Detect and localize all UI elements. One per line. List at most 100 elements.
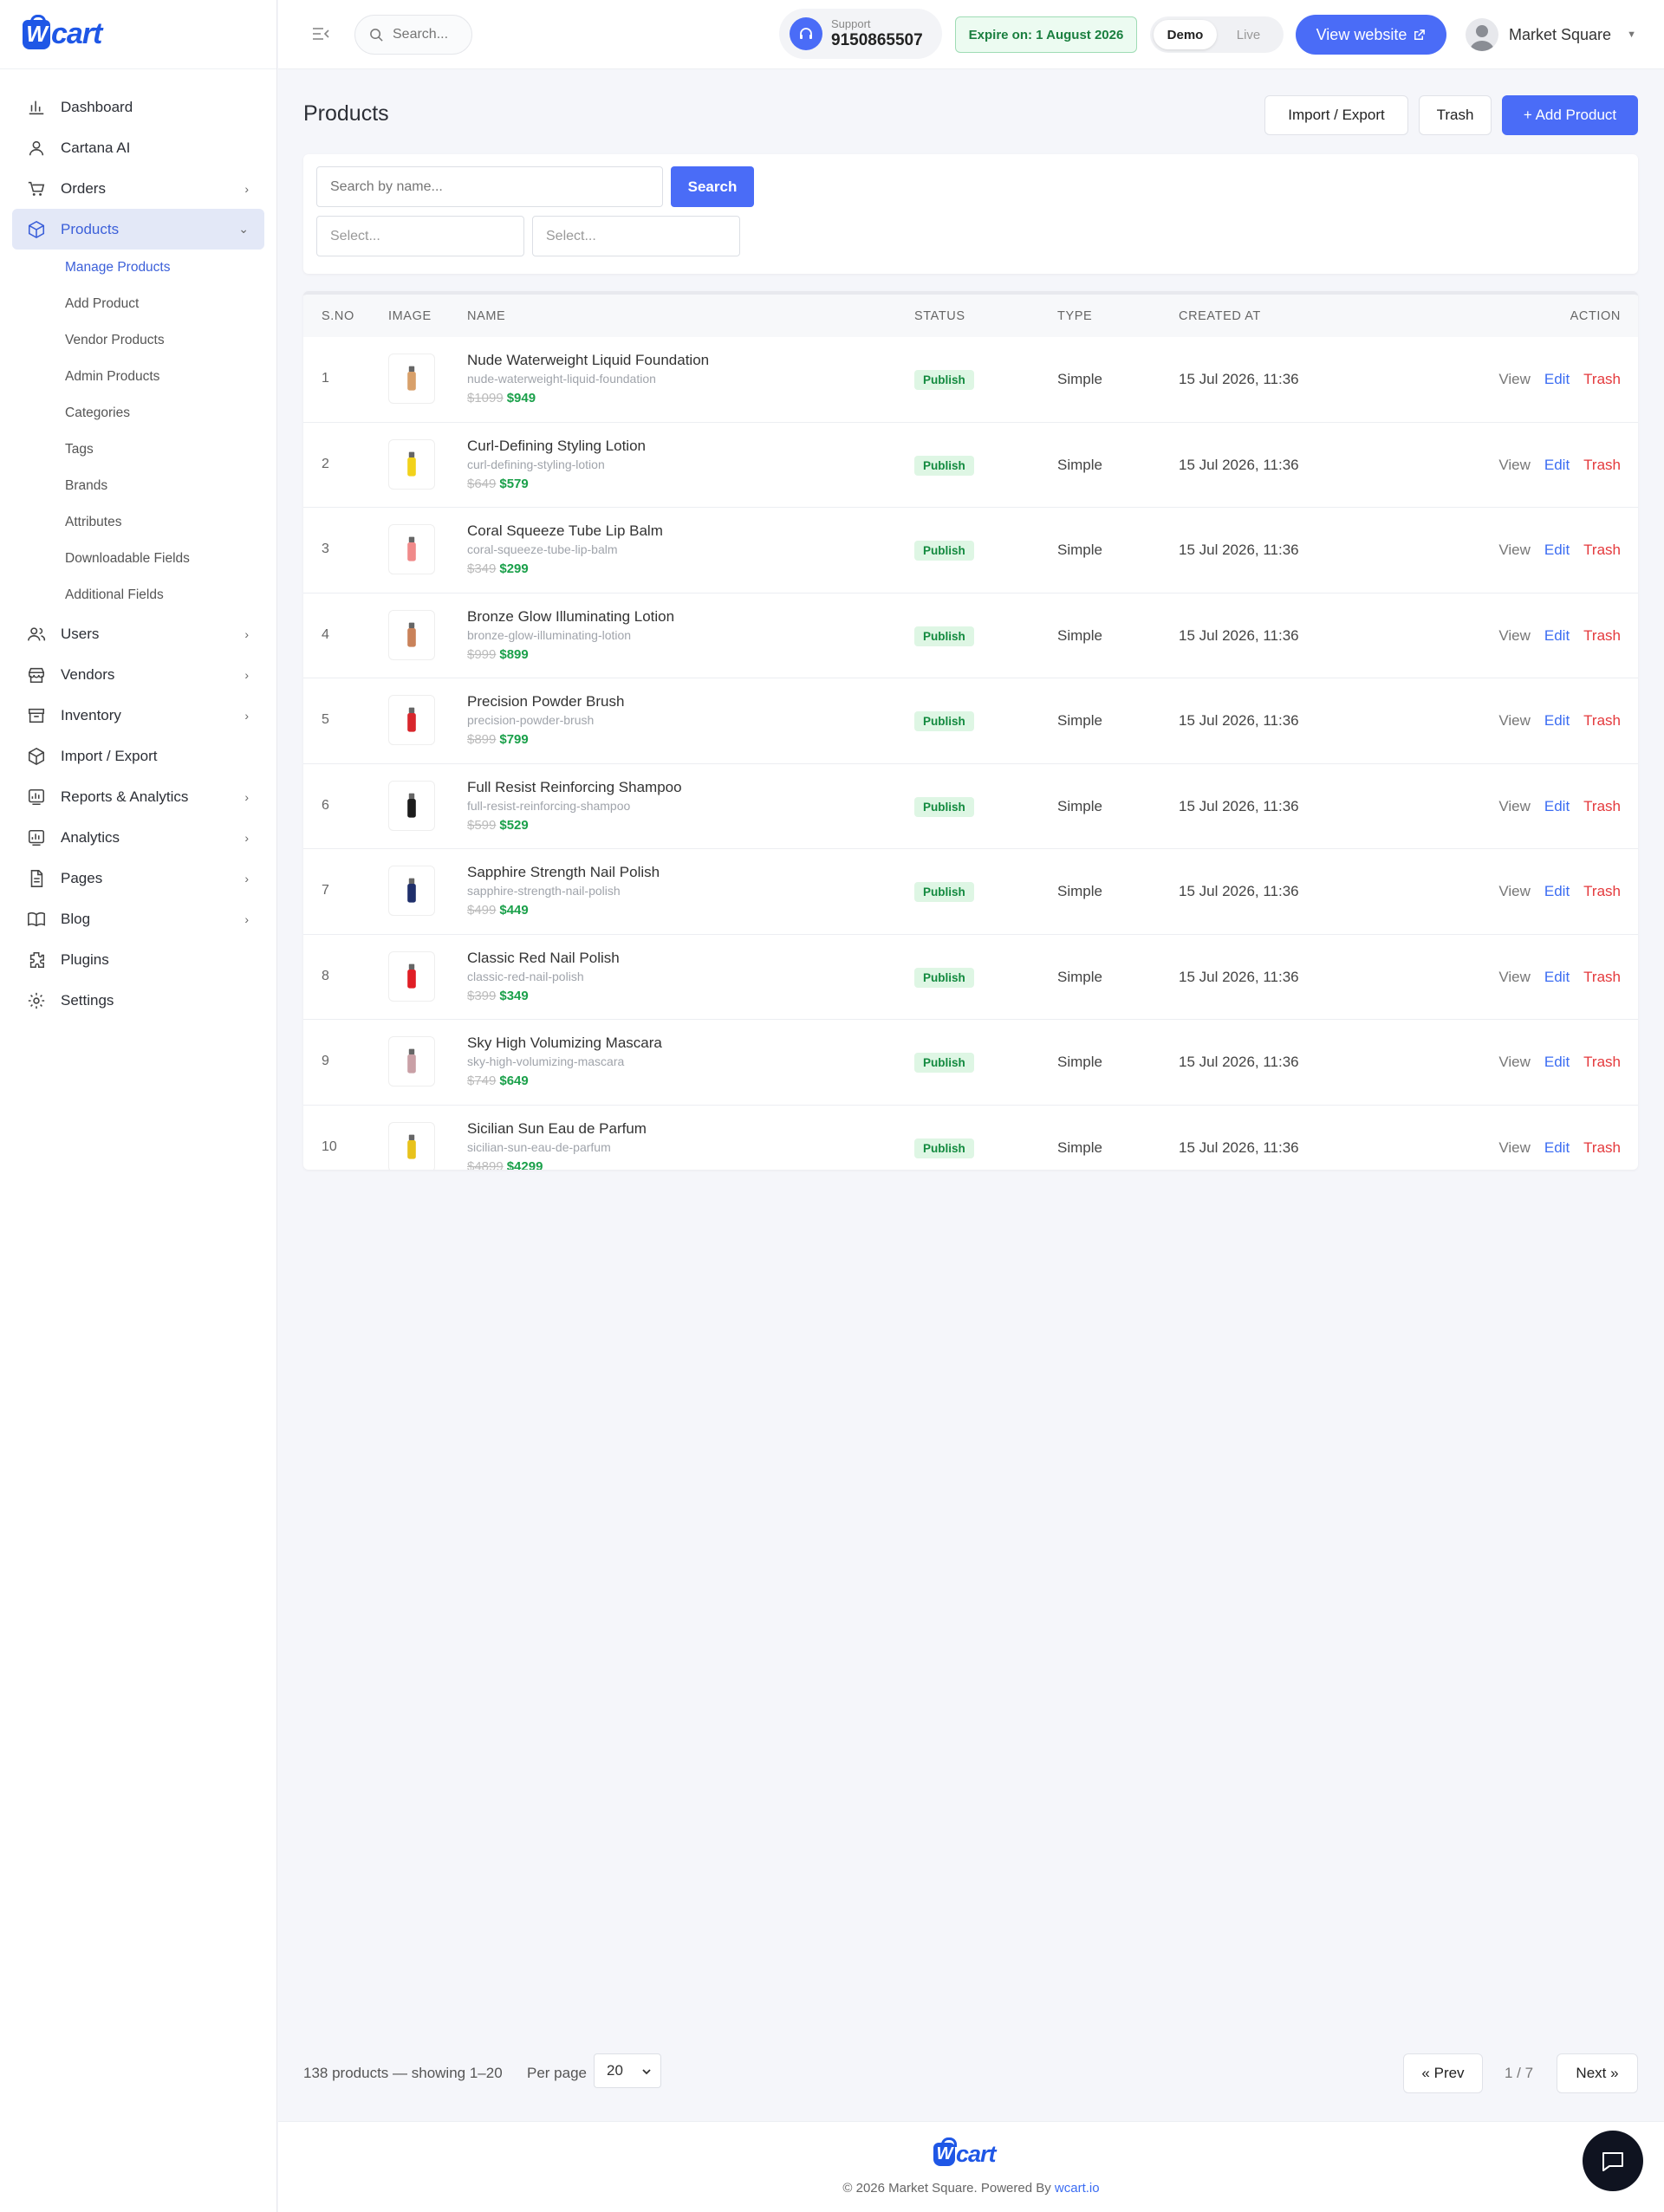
edit-link[interactable]: Edit <box>1544 798 1570 815</box>
edit-link[interactable]: Edit <box>1544 969 1570 986</box>
trash-button[interactable]: Trash <box>1419 95 1492 135</box>
view-website-button[interactable]: View website <box>1296 15 1446 55</box>
sidebar-item-inventory[interactable]: Inventory › <box>12 695 264 736</box>
sidebar-item-analytics[interactable]: Analytics › <box>12 817 264 858</box>
edit-link[interactable]: Edit <box>1544 712 1570 730</box>
subnav-item-additional-fields[interactable]: Additional Fields <box>0 577 276 613</box>
product-name[interactable]: Nude Waterweight Liquid Foundation <box>467 352 709 369</box>
view-link[interactable]: View <box>1498 712 1531 730</box>
subnav-item-brands[interactable]: Brands <box>0 468 276 504</box>
product-name[interactable]: Classic Red Nail Polish <box>467 950 620 967</box>
trash-link[interactable]: Trash <box>1583 798 1621 815</box>
trash-link[interactable]: Trash <box>1583 969 1621 986</box>
edit-link[interactable]: Edit <box>1544 542 1570 559</box>
edit-link[interactable]: Edit <box>1544 1139 1570 1157</box>
per-page-select[interactable]: 20 <box>594 2053 661 2088</box>
product-name[interactable]: Bronze Glow Illuminating Lotion <box>467 608 674 626</box>
trash-link[interactable]: Trash <box>1583 627 1621 645</box>
sidebar-item-reports-analytics[interactable]: Reports & Analytics › <box>12 776 264 817</box>
view-link[interactable]: View <box>1498 371 1531 388</box>
sidebar-item-cartana-ai[interactable]: Cartana AI <box>12 127 264 168</box>
import-export-button[interactable]: Import / Export <box>1264 95 1408 135</box>
product-slug: classic-red-nail-polish <box>467 969 584 983</box>
subnav-item-attributes[interactable]: Attributes <box>0 504 276 541</box>
sidebar-item-blog[interactable]: Blog › <box>12 898 264 939</box>
logo-text: cart <box>51 17 102 50</box>
next-page-button[interactable]: Next » <box>1557 2053 1638 2093</box>
trash-link[interactable]: Trash <box>1583 1139 1621 1157</box>
product-name[interactable]: Sicilian Sun Eau de Parfum <box>467 1120 647 1138</box>
menu-toggle-icon[interactable] <box>311 24 330 43</box>
edit-link[interactable]: Edit <box>1544 457 1570 474</box>
view-link[interactable]: View <box>1498 542 1531 559</box>
global-search[interactable] <box>354 15 472 55</box>
product-thumbnail <box>388 354 435 404</box>
global-search-input[interactable] <box>393 27 462 42</box>
subnav-item-vendor-products[interactable]: Vendor Products <box>0 322 276 359</box>
user-menu[interactable]: Market Square ▼ <box>1466 17 1636 52</box>
product-name[interactable]: Precision Powder Brush <box>467 693 624 710</box>
subnav-item-manage-products[interactable]: Manage Products <box>0 250 276 286</box>
edit-link[interactable]: Edit <box>1544 883 1570 900</box>
view-link[interactable]: View <box>1498 798 1531 815</box>
wcart-logo[interactable]: Wcart <box>23 14 102 51</box>
trash-link[interactable]: Trash <box>1583 883 1621 900</box>
product-name[interactable]: Sky High Volumizing Mascara <box>467 1035 662 1052</box>
subnav-item-downloadable-fields[interactable]: Downloadable Fields <box>0 541 276 577</box>
subnav-item-add-product[interactable]: Add Product <box>0 286 276 322</box>
products-subnav: Manage Products Add Product Vendor Product… <box>0 250 276 613</box>
sidebar-item-settings[interactable]: Settings <box>12 980 264 1021</box>
edit-link[interactable]: Edit <box>1544 627 1570 645</box>
product-price: $599 $529 <box>467 818 529 833</box>
sidebar-item-plugins[interactable]: Plugins <box>12 939 264 980</box>
support-contact[interactable]: Support 9150865507 <box>779 9 942 59</box>
product-thumbnail <box>388 438 435 490</box>
sidebar-item-orders[interactable]: Orders › <box>12 168 264 209</box>
footer-logo[interactable]: Wcart <box>933 2137 997 2168</box>
sidebar-item-vendors[interactable]: Vendors › <box>12 654 264 695</box>
view-link[interactable]: View <box>1498 627 1531 645</box>
view-link[interactable]: View <box>1498 969 1531 986</box>
product-name[interactable]: Curl-Defining Styling Lotion <box>467 438 646 455</box>
sidebar-item-products[interactable]: Products ⌄ <box>12 209 264 250</box>
edit-link[interactable]: Edit <box>1544 371 1570 388</box>
subnav-item-admin-products[interactable]: Admin Products <box>0 359 276 395</box>
filter-select-1[interactable]: Select... <box>316 216 524 256</box>
edit-link[interactable]: Edit <box>1544 1054 1570 1071</box>
table-body: 1 Nude Waterweight Liquid Foundation nude-… <box>303 337 1638 1170</box>
view-link[interactable]: View <box>1498 883 1531 900</box>
sidebar-item-import-export[interactable]: Import / Export <box>12 736 264 776</box>
filter-select-2[interactable]: Select... <box>532 216 740 256</box>
trash-link[interactable]: Trash <box>1583 371 1621 388</box>
view-link[interactable]: View <box>1498 1054 1531 1071</box>
subnav-item-categories[interactable]: Categories <box>0 395 276 431</box>
sidebar-item-label: Vendors <box>61 665 115 683</box>
product-price: $499 $449 <box>467 903 529 918</box>
product-search-input[interactable] <box>316 166 663 207</box>
sidebar-item-dashboard[interactable]: Dashboard <box>12 87 264 127</box>
product-slug: curl-defining-styling-lotion <box>467 457 605 471</box>
wcart-link[interactable]: wcart.io <box>1055 2181 1100 2196</box>
search-button[interactable]: Search <box>671 166 754 207</box>
product-price: $999 $899 <box>467 647 529 662</box>
trash-link[interactable]: Trash <box>1583 1054 1621 1071</box>
product-name[interactable]: Full Resist Reinforcing Shampoo <box>467 779 682 796</box>
add-product-button[interactable]: + Add Product <box>1502 95 1638 135</box>
trash-link[interactable]: Trash <box>1583 542 1621 559</box>
mode-live[interactable]: Live <box>1217 20 1280 49</box>
sidebar-item-pages[interactable]: Pages › <box>12 858 264 898</box>
product-price: $349 $299 <box>467 561 529 576</box>
per-page-label: Per page <box>527 2065 587 2081</box>
trash-link[interactable]: Trash <box>1583 457 1621 474</box>
mode-toggle[interactable]: Demo Live <box>1150 16 1284 53</box>
trash-link[interactable]: Trash <box>1583 712 1621 730</box>
prev-page-button[interactable]: « Prev <box>1403 2053 1483 2093</box>
subnav-item-tags[interactable]: Tags <box>0 431 276 468</box>
product-name[interactable]: Coral Squeeze Tube Lip Balm <box>467 522 663 540</box>
sidebar-item-users[interactable]: Users › <box>12 613 264 654</box>
mode-demo[interactable]: Demo <box>1154 20 1217 49</box>
view-link[interactable]: View <box>1498 457 1531 474</box>
chat-button[interactable] <box>1583 2131 1643 2191</box>
view-link[interactable]: View <box>1498 1139 1531 1157</box>
product-name[interactable]: Sapphire Strength Nail Polish <box>467 864 660 881</box>
